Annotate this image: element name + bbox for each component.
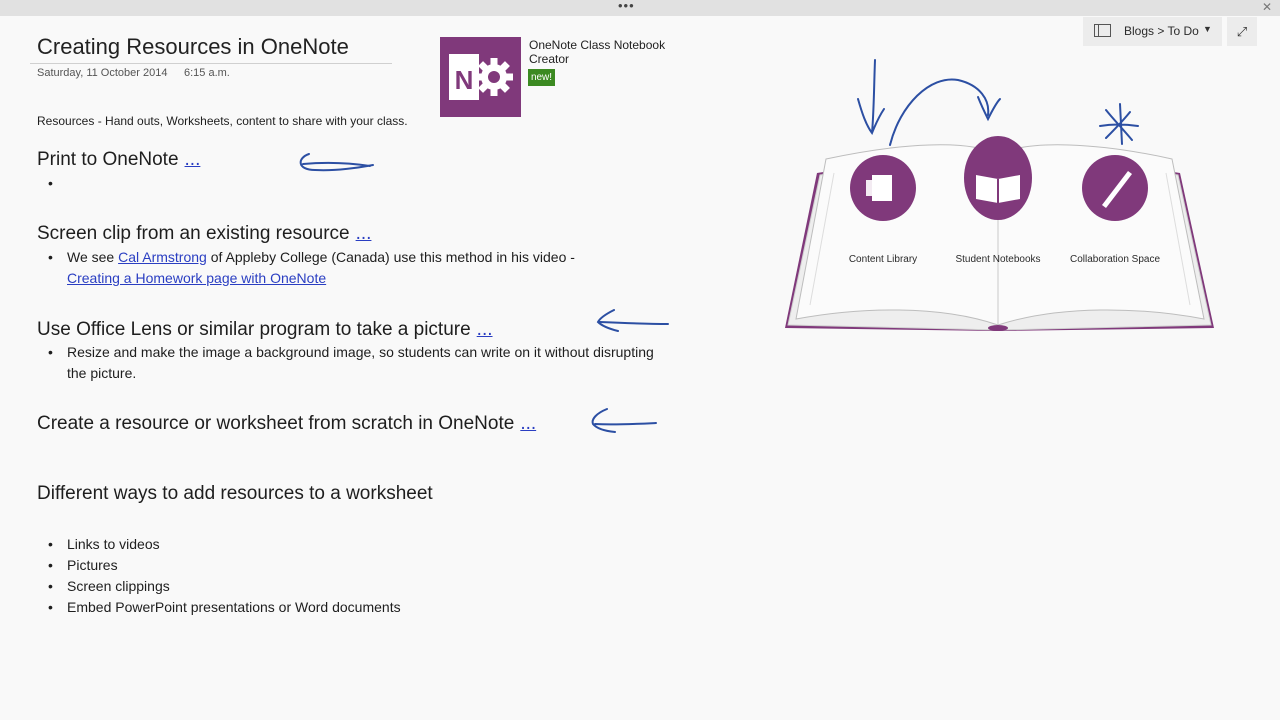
- expand-button[interactable]: ⤢: [1227, 17, 1257, 46]
- bullet-text: of Appleby College (Canada) use this met…: [206, 249, 575, 265]
- notebook-breadcrumb[interactable]: Blogs > To Do ▼: [1083, 17, 1222, 46]
- list-item[interactable]: Links to videos: [48, 534, 160, 555]
- window-top-bar: ••• ✕: [0, 0, 1280, 16]
- link-cal-armstrong[interactable]: Cal Armstrong: [118, 249, 207, 265]
- new-badge: new!: [528, 69, 555, 86]
- heading-text: Use Office Lens or similar program to ta…: [37, 319, 471, 340]
- ink-arrow[interactable]: [592, 306, 674, 334]
- page-date: Saturday, 11 October 2014: [37, 67, 168, 79]
- heading-create-from-scratch[interactable]: Create a resource or worksheet from scra…: [37, 413, 536, 435]
- heading-office-lens[interactable]: Use Office Lens or similar program to ta…: [37, 319, 493, 341]
- expand-icon: ⤢: [1236, 24, 1248, 39]
- more-link[interactable]: ...: [185, 149, 201, 170]
- heading-print-to-onenote[interactable]: Print to OneNote...: [37, 149, 200, 171]
- list-item[interactable]: Screen clippings: [48, 576, 170, 597]
- page-time: 6:15 a.m.: [184, 67, 230, 79]
- more-link[interactable]: ...: [520, 413, 536, 434]
- chevron-down-icon: ▼: [1203, 24, 1212, 34]
- window-grip-icon[interactable]: •••: [618, 0, 635, 13]
- breadcrumb-label: Blogs > To Do: [1124, 24, 1199, 38]
- empty-bullet[interactable]: •: [48, 175, 53, 191]
- list-item: We see Cal Armstrong of Appleby College …: [48, 247, 575, 268]
- ink-annotation-arrows[interactable]: [850, 55, 1010, 150]
- heading-different-ways[interactable]: Different ways to add resources to a wor…: [37, 483, 433, 505]
- heading-text: Screen clip from an existing resource: [37, 223, 350, 244]
- onenote-logo-icon: N: [449, 54, 513, 100]
- addin-caption[interactable]: OneNote Class Notebook Creator: [529, 38, 679, 66]
- collaboration-space-icon: [1082, 155, 1148, 221]
- list-item[interactable]: Embed PowerPoint presentations or Word d…: [48, 597, 401, 618]
- label-student-notebooks: Student Notebooks: [955, 254, 1041, 265]
- more-link[interactable]: ...: [477, 319, 493, 340]
- title-divider: [30, 63, 392, 64]
- list-item-continuation[interactable]: the picture.: [67, 363, 136, 384]
- heading-text: Print to OneNote: [37, 149, 179, 170]
- list-item-continuation: Creating a Homework page with OneNote: [67, 268, 326, 289]
- heading-screen-clip[interactable]: Screen clip from an existing resource...: [37, 223, 371, 245]
- intro-text[interactable]: Resources - Hand outs, Worksheets, conte…: [37, 114, 408, 128]
- onenote-class-notebook-logo[interactable]: N: [440, 37, 521, 117]
- notebook-icon: [1094, 24, 1111, 37]
- page-title[interactable]: Creating Resources in OneNote: [37, 34, 349, 60]
- bullet-text: We see: [67, 249, 119, 265]
- heading-text: Create a resource or worksheet from scra…: [37, 413, 515, 434]
- list-item[interactable]: Pictures: [48, 555, 117, 576]
- label-content-library: Content Library: [848, 254, 918, 265]
- list-item[interactable]: Resize and make the image a background i…: [48, 342, 654, 363]
- link-homework-video[interactable]: Creating a Homework page with OneNote: [67, 270, 326, 286]
- ink-star[interactable]: [1092, 100, 1142, 150]
- content-library-icon: [850, 155, 916, 221]
- ink-arrow[interactable]: [585, 403, 663, 437]
- more-link[interactable]: ...: [356, 223, 372, 244]
- close-icon[interactable]: ✕: [1262, 0, 1272, 14]
- label-collaboration-space: Collaboration Space: [1069, 254, 1161, 265]
- svg-text:N: N: [455, 65, 474, 95]
- ink-scribble[interactable]: [295, 148, 385, 180]
